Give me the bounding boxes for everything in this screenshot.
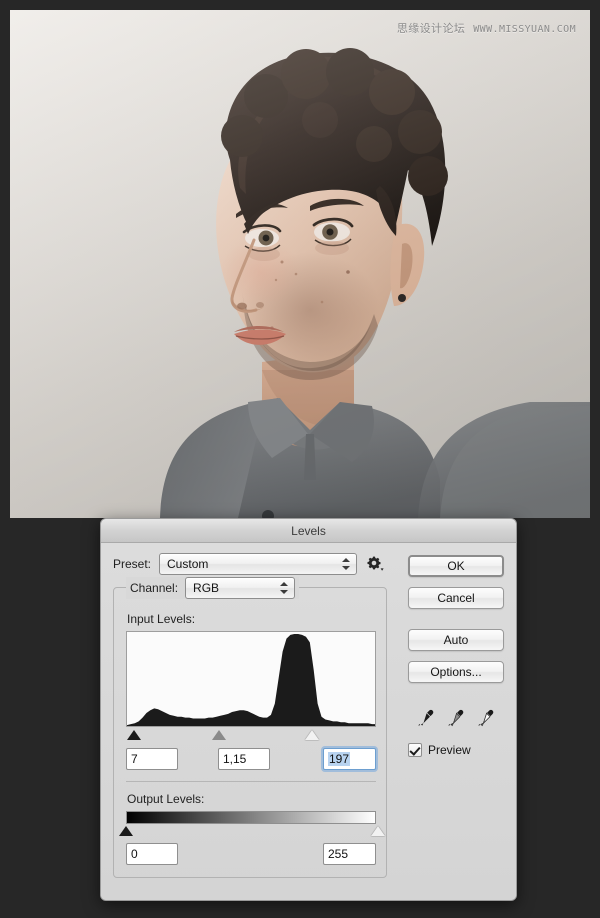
- channel-dropdown[interactable]: RGB: [185, 577, 296, 599]
- preview-checkbox[interactable]: [408, 743, 422, 757]
- preset-dropdown[interactable]: Custom: [159, 553, 358, 575]
- preview-label: Preview: [428, 743, 471, 757]
- photo-vignette: [10, 10, 590, 518]
- input-levels-label: Input Levels:: [127, 612, 196, 626]
- channel-value: RGB: [193, 581, 220, 595]
- preset-value: Custom: [167, 557, 209, 571]
- watermark: 思缘设计论坛 WWW.MISSYUAN.COM: [397, 20, 576, 36]
- input-shadow-handle[interactable]: [126, 730, 141, 740]
- screenshot-root: 思缘设计论坛 WWW.MISSYUAN.COM Levels Preset: Cu…: [0, 0, 600, 918]
- channel-row: Channel: RGB: [126, 577, 300, 599]
- eyedropper-group: [408, 705, 504, 727]
- ok-button[interactable]: OK: [408, 555, 504, 577]
- watermark-text: 思缘设计论坛: [396, 22, 466, 35]
- output-black-value: 0: [131, 847, 138, 861]
- input-highlight-field[interactable]: 197: [323, 748, 376, 770]
- input-midtone-value: 1,15: [223, 752, 247, 766]
- preset-options-gear-button[interactable]: [365, 554, 385, 574]
- portrait-photo: [10, 10, 590, 518]
- input-shadow-field[interactable]: 7: [126, 748, 178, 770]
- output-white-value: 255: [328, 847, 349, 861]
- output-black-handle[interactable]: [119, 826, 133, 836]
- chevron-updown-icon: [342, 557, 351, 571]
- histogram[interactable]: [126, 631, 376, 727]
- watermark-url: WWW.MISSYUAN.COM: [473, 24, 576, 35]
- levels-groupbox: Channel: RGB Input Levels: 7 1,15 197 Ou…: [113, 577, 387, 878]
- black-point-eyedropper-icon[interactable]: [417, 709, 435, 727]
- output-white-field[interactable]: 255: [323, 843, 376, 865]
- preview-row[interactable]: Preview: [408, 743, 504, 757]
- output-levels-label: Output Levels:: [127, 792, 205, 806]
- levels-dialog: Levels Preset: Custom Channel: RGB Input…: [100, 518, 517, 901]
- cancel-button[interactable]: Cancel: [408, 587, 504, 609]
- white-point-eyedropper-icon[interactable]: [477, 709, 495, 727]
- groupbox-divider: [126, 781, 376, 782]
- output-levels-slider[interactable]: [119, 825, 385, 839]
- output-white-handle[interactable]: [371, 826, 385, 836]
- input-highlight-handle[interactable]: [305, 730, 320, 740]
- chevron-updown-icon: [280, 581, 289, 595]
- input-midtone-handle[interactable]: [211, 730, 226, 740]
- output-black-field[interactable]: 0: [126, 843, 178, 865]
- auto-button[interactable]: Auto: [408, 629, 504, 651]
- preset-label: Preset:: [113, 557, 152, 571]
- dialog-button-column: OK Cancel Auto Options... Preview: [408, 555, 504, 757]
- dialog-titlebar[interactable]: Levels: [101, 519, 516, 543]
- photo-frame: 思缘设计论坛 WWW.MISSYUAN.COM: [10, 10, 590, 518]
- output-levels-fields: 0 255: [126, 843, 376, 865]
- input-levels-fields: 7 1,15 197: [126, 748, 376, 770]
- input-shadow-value: 7: [131, 752, 138, 766]
- channel-label: Channel:: [130, 581, 179, 595]
- histogram-plot: [127, 632, 375, 726]
- input-midtone-field[interactable]: 1,15: [218, 748, 270, 770]
- dialog-body: Preset: Custom Channel: RGB Input Levels…: [101, 543, 516, 900]
- input-levels-slider[interactable]: [126, 729, 376, 743]
- input-highlight-value: 197: [328, 752, 351, 766]
- gear-icon: [367, 556, 384, 571]
- gray-point-eyedropper-icon[interactable]: [447, 709, 465, 727]
- options-button[interactable]: Options...: [408, 661, 504, 683]
- dialog-title: Levels: [291, 523, 326, 538]
- output-gradient-bar[interactable]: [126, 811, 376, 824]
